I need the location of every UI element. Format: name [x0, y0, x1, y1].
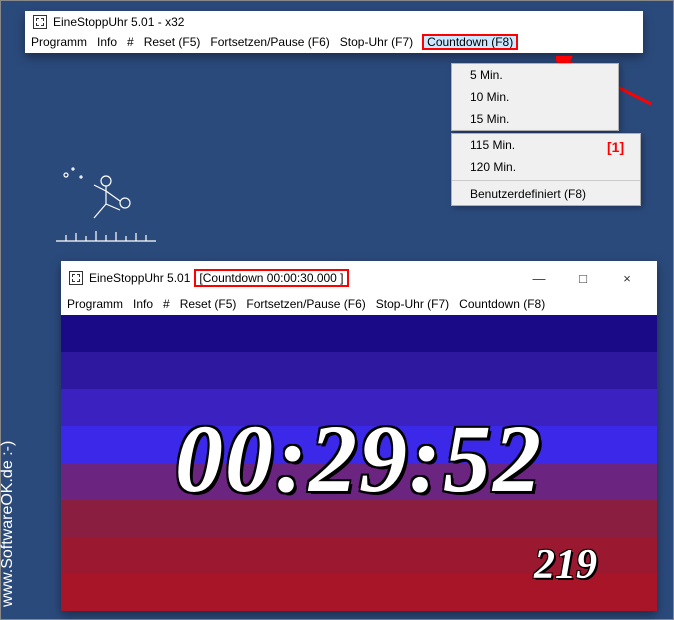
menubar: Programm Info # Reset (F5) Fortsetzen/Pa… [61, 295, 657, 315]
annotation-callout-1: [1] [607, 139, 624, 155]
bg-stripe [61, 315, 657, 352]
dropdown-item-5min[interactable]: 5 Min. [452, 64, 618, 86]
window-menu-demo: EineStoppUhr 5.01 - x32 Programm Info # … [25, 11, 643, 53]
window-countdown: EineStoppUhr 5.01 [Countdown 00:00:30.00… [61, 261, 657, 611]
menu-reset[interactable]: Reset (F5) [180, 297, 237, 311]
menu-resume-pause[interactable]: Fortsetzen/Pause (F6) [210, 35, 329, 49]
titlebar[interactable]: EineStoppUhr 5.01 [Countdown 00:00:30.00… [61, 261, 657, 295]
menu-countdown[interactable]: Countdown (F8) [459, 297, 545, 311]
window-title: EineStoppUhr 5.01 - x32 [53, 15, 184, 29]
app-icon [33, 15, 47, 29]
menu-programm[interactable]: Programm [67, 297, 123, 311]
maximize-button[interactable]: □ [561, 265, 605, 291]
dropdown-separator [452, 180, 640, 181]
menubar: Programm Info # Reset (F5) Fortsetzen/Pa… [25, 33, 643, 53]
watermark-text: www.SoftwareOK.de :-) [0, 441, 17, 607]
bg-stripe [61, 352, 657, 389]
minimize-button[interactable]: — [517, 265, 561, 291]
titlebar[interactable]: EineStoppUhr 5.01 - x32 [25, 11, 643, 33]
dropdown-item-15min[interactable]: 15 Min. [452, 108, 618, 130]
app-icon [69, 271, 83, 285]
menu-programm[interactable]: Programm [31, 35, 87, 49]
menu-info[interactable]: Info [133, 297, 153, 311]
menu-stop[interactable]: Stop-Uhr (F7) [340, 35, 413, 49]
countdown-canvas: 00:29:52 219 [61, 315, 657, 611]
window-title-app: EineStoppUhr 5.01 [89, 271, 190, 285]
menu-reset[interactable]: Reset (F5) [144, 35, 201, 49]
countdown-time: 00:29:52 [61, 403, 657, 514]
menu-stop[interactable]: Stop-Uhr (F7) [376, 297, 449, 311]
countdown-milliseconds: 219 [534, 541, 597, 589]
dropdown-item-120min[interactable]: 120 Min. [452, 156, 640, 178]
dropdown-item-10min[interactable]: 10 Min. [452, 86, 618, 108]
countdown-dropdown-top: 5 Min. 10 Min. 15 Min. [451, 63, 619, 131]
window-title-state: [Countdown 00:00:30.000 ] [196, 271, 346, 285]
menu-resume-pause[interactable]: Fortsetzen/Pause (F6) [246, 297, 365, 311]
desktop-doodle [51, 161, 161, 251]
menu-hash[interactable]: # [163, 297, 170, 311]
menu-countdown[interactable]: Countdown (F8) [423, 35, 517, 49]
menu-hash[interactable]: # [127, 35, 134, 49]
dropdown-item-custom[interactable]: Benutzerdefiniert (F8) [452, 183, 640, 205]
close-button[interactable]: × [605, 265, 649, 291]
menu-info[interactable]: Info [97, 35, 117, 49]
window-buttons: — □ × [517, 265, 649, 291]
